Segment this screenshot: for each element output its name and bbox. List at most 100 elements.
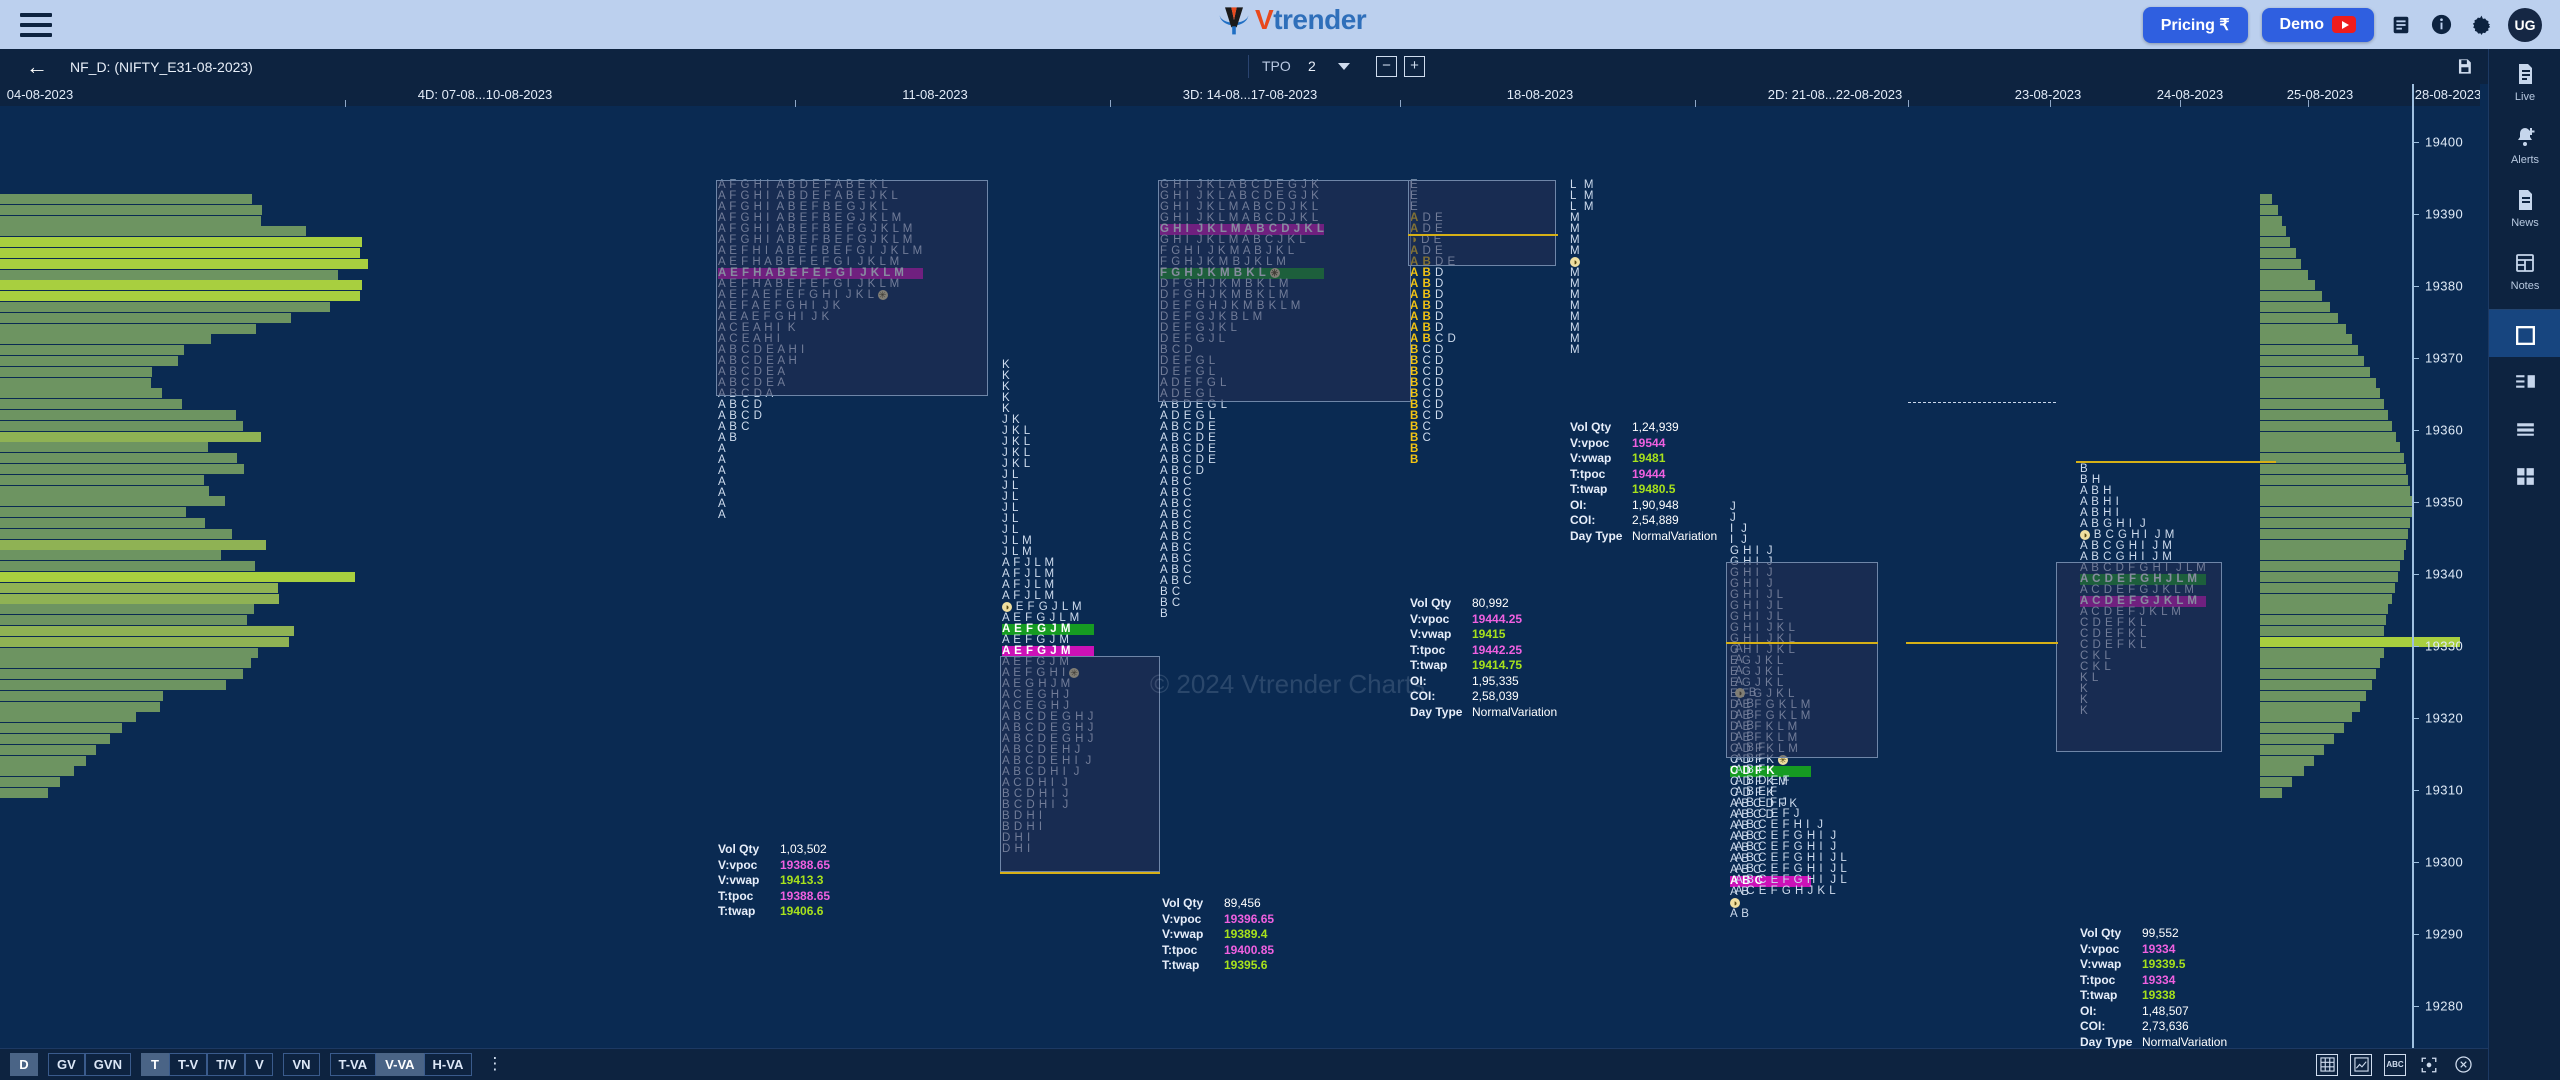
histogram-bar	[0, 496, 225, 507]
chevron-down-icon[interactable]	[1338, 63, 1350, 70]
date-label: 04-08-2023	[6, 87, 74, 102]
stat-value: 19414.75	[1472, 658, 1523, 672]
price-axis[interactable]: 19400 19390 19380 19370 19360 19350 19340 19330…	[2412, 84, 2492, 1064]
sidebar-item-news[interactable]: News	[2489, 175, 2560, 238]
grid-table-icon[interactable]	[2316, 1053, 2338, 1076]
histogram-bar	[2260, 528, 2408, 539]
histogram-bar	[0, 690, 163, 701]
histogram-bar	[0, 377, 151, 388]
histogram-bar	[2260, 658, 2380, 669]
stat-label: T:tpoc	[2080, 972, 2116, 987]
stat-label: T:tpoc	[1570, 466, 1606, 481]
stat-value: 19544	[1632, 435, 1666, 450]
bottom-button-t-v[interactable]: T/V	[207, 1053, 246, 1076]
bottom-button-group: VN	[283, 1053, 320, 1076]
bottom-button-t-va[interactable]: T-VA	[329, 1053, 377, 1076]
profile-stats: Vol Qty 89,456 V:vpoc 19396.65 V:vwap 19389.4…	[1162, 896, 1274, 974]
save-icon[interactable]	[2455, 57, 2474, 79]
bottom-button-gvn[interactable]: GVN	[84, 1053, 131, 1076]
histogram-bar	[2260, 258, 2301, 269]
profile-box-4	[1408, 180, 1556, 266]
stat-row: V:vwap 19389.4	[1162, 927, 1274, 943]
histogram-bar	[0, 215, 261, 226]
rows-layout-icon	[2516, 423, 2534, 436]
histogram-bar	[0, 334, 211, 345]
tpo-value[interactable]: 2	[1308, 58, 1316, 74]
stat-value: NormalVariation	[1632, 528, 1718, 543]
histogram-bar	[2260, 356, 2364, 366]
close-circle-icon[interactable]	[2452, 1054, 2474, 1076]
avatar[interactable]: UG	[2508, 7, 2542, 42]
bottom-button-v-va[interactable]: V-VA	[376, 1053, 424, 1076]
date-label: 2D: 21-08...22-08-2023	[1767, 87, 1903, 102]
stat-row: T:tpoc 19442.25	[1410, 643, 1557, 659]
profile-box-3	[1158, 180, 1411, 402]
back-arrow-icon[interactable]: ←	[26, 55, 48, 78]
stat-row: V:vwap 19339.5	[2080, 957, 2227, 973]
stat-value: 19406.6	[780, 904, 824, 918]
histogram-bar	[2260, 550, 2404, 561]
histogram-bar	[0, 766, 74, 777]
tpo-row: A	[718, 454, 727, 466]
stat-value: 1,90,948	[1632, 497, 1679, 512]
ib-line-3	[1000, 872, 1160, 874]
stat-row: Vol Qty 1,24,939	[1570, 420, 1717, 436]
youtube-icon	[2332, 16, 2356, 33]
hamburger-icon[interactable]	[20, 12, 52, 37]
sidebar-item-alerts[interactable]: Alerts	[2489, 112, 2560, 175]
bottom-button-group: D	[10, 1053, 38, 1076]
live-document-icon	[2519, 64, 2532, 84]
stat-label: V:vwap	[1162, 927, 1204, 941]
histogram-bar	[0, 237, 362, 248]
bottom-button-t[interactable]: T	[140, 1053, 169, 1076]
histogram-bar	[0, 593, 279, 604]
histogram-bar	[2260, 572, 2398, 582]
target-icon-bottom[interactable]	[2418, 1054, 2440, 1076]
bottom-button-vn[interactable]: VN	[283, 1053, 320, 1076]
bottom-button-d[interactable]: D	[10, 1053, 38, 1076]
more-vertical-icon[interactable]: ⋮	[486, 1055, 504, 1072]
chart-canvas[interactable]: 04-08-2023 4D: 07-08...10-08-2023 11-08-20…	[0, 84, 2480, 1064]
date-tick	[345, 100, 346, 107]
tpo-row: A C E F G H J K L	[1735, 885, 1837, 897]
sidebar-item-live[interactable]: Live	[2489, 49, 2560, 112]
stat-row: V:vpoc 19388.65	[718, 858, 830, 874]
abc-icon[interactable]: ABC	[2384, 1053, 2406, 1076]
histogram-bar	[2260, 280, 2315, 291]
date-label: 24-08-2023	[2156, 87, 2224, 102]
histogram-bar	[2260, 453, 2404, 464]
stat-value: 2,73,636	[2142, 1019, 2189, 1033]
pricing-button[interactable]: Pricing ₹	[2142, 6, 2248, 43]
tpo-profile-column[interactable]: L ML ML M M M M M ◑ M M M M M M M M	[1570, 179, 1594, 356]
histogram-bar	[0, 626, 294, 636]
stat-value: 19388.65	[780, 857, 831, 872]
layout-split-pane[interactable]	[2489, 357, 2560, 404]
histogram-bar	[2260, 561, 2400, 572]
histogram-bar	[0, 312, 291, 323]
layout-single-pane[interactable]	[2489, 310, 2560, 357]
zoom-out-button[interactable]: −	[1376, 56, 1397, 77]
date-axis[interactable]: 04-08-2023 4D: 07-08...10-08-2023 11-08-20…	[0, 84, 2480, 107]
price-tick	[2412, 862, 2419, 864]
bottom-button-gv[interactable]: GV	[48, 1053, 85, 1076]
price-tick	[2412, 790, 2419, 792]
profile-box-2	[1000, 656, 1160, 872]
demo-button[interactable]: Demo	[2261, 7, 2374, 42]
histogram-bar	[0, 431, 261, 442]
news-document-icon	[2519, 190, 2532, 210]
info-icon[interactable]	[2428, 12, 2454, 38]
chart-snapshot-icon[interactable]	[2350, 1053, 2372, 1076]
stat-label: V:vwap	[1410, 627, 1452, 641]
document-icon[interactable]	[2388, 12, 2414, 38]
sidebar-item-notes[interactable]: Notes	[2489, 238, 2560, 301]
histogram-bar	[0, 258, 368, 269]
layout-rows[interactable]	[2489, 404, 2560, 451]
histogram-bar	[0, 723, 122, 734]
gear-icon[interactable]	[2468, 12, 2494, 38]
histogram-bar	[0, 366, 152, 377]
bottom-button-v[interactable]: V	[245, 1053, 274, 1076]
layout-grid[interactable]	[2489, 451, 2560, 498]
bottom-button-t-v[interactable]: T-V	[168, 1053, 208, 1076]
zoom-in-button[interactable]: +	[1404, 56, 1425, 77]
bottom-button-h-va[interactable]: H-VA	[423, 1053, 473, 1076]
